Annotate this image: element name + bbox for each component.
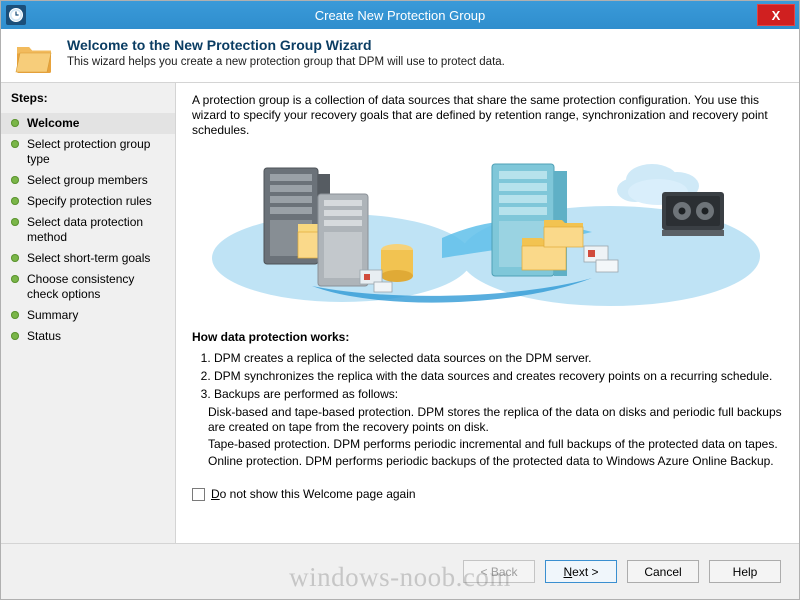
sidebar-item-select-short-term-goals[interactable]: Select short-term goals bbox=[1, 248, 175, 269]
sidebar-item-select-data-protection-method[interactable]: Select data protection method bbox=[1, 212, 175, 248]
steps-sidebar: Steps: Welcome Select protection group t… bbox=[1, 83, 176, 543]
step-bullet-icon bbox=[11, 311, 19, 319]
do-not-show-welcome-row[interactable]: Do not show this Welcome page again bbox=[192, 487, 783, 501]
do-not-show-welcome-checkbox[interactable] bbox=[192, 487, 205, 501]
wizard-footer: < Back Next > Cancel Help bbox=[1, 543, 799, 599]
step-bullet-icon bbox=[11, 197, 19, 205]
how-it-works-title: How data protection works: bbox=[192, 330, 350, 344]
folder-icon bbox=[15, 41, 53, 75]
sidebar-item-label: Summary bbox=[27, 308, 79, 322]
sidebar-item-label: Select group members bbox=[27, 173, 148, 187]
next-button[interactable]: Next > bbox=[545, 560, 617, 583]
sidebar-item-label: Select protection group type bbox=[27, 137, 151, 166]
sidebar-item-label: Select data protection method bbox=[27, 215, 144, 244]
sidebar-item-choose-consistency-check-options[interactable]: Choose consistency check options bbox=[1, 269, 175, 305]
wizard-window: Create New Protection Group X Welcome to… bbox=[0, 0, 800, 600]
close-button[interactable]: X bbox=[757, 4, 795, 26]
help-button[interactable]: Help bbox=[709, 560, 781, 583]
title-bar: Create New Protection Group X bbox=[1, 1, 799, 29]
how-it-works-list: DPM creates a replica of the selected da… bbox=[196, 350, 783, 403]
sidebar-item-label: Welcome bbox=[27, 116, 80, 130]
intro-paragraph: A protection group is a collection of da… bbox=[192, 93, 768, 137]
sidebar-item-label: Status bbox=[27, 329, 62, 343]
sub-paragraph-tape: Tape-based protection. DPM performs peri… bbox=[208, 437, 778, 451]
banner-title: Welcome to the New Protection Group Wiza… bbox=[67, 37, 372, 53]
back-button[interactable]: < Back bbox=[463, 560, 535, 583]
list-item: Backups are performed as follows: bbox=[214, 386, 783, 403]
sidebar-item-specify-protection-rules[interactable]: Specify protection rules bbox=[1, 191, 175, 212]
wizard-content: A protection group is a collection of da… bbox=[176, 83, 799, 543]
banner-subtitle: This wizard helps you create a new prote… bbox=[67, 56, 505, 68]
sub-paragraph-disk-tape: Disk-based and tape-based protection. DP… bbox=[208, 405, 782, 434]
list-item: DPM creates a replica of the selected da… bbox=[214, 350, 783, 367]
sidebar-item-summary[interactable]: Summary bbox=[1, 305, 175, 326]
step-bullet-icon bbox=[11, 218, 19, 226]
sidebar-item-welcome[interactable]: Welcome bbox=[1, 113, 175, 134]
wizard-banner: Welcome to the New Protection Group Wiza… bbox=[1, 29, 799, 83]
step-bullet-icon bbox=[11, 176, 19, 184]
step-bullet-icon bbox=[11, 275, 19, 283]
sidebar-item-select-protection-group-type[interactable]: Select protection group type bbox=[1, 134, 175, 170]
step-bullet-icon bbox=[11, 140, 19, 148]
step-bullet-icon bbox=[11, 119, 19, 127]
window-title: Create New Protection Group bbox=[314, 7, 486, 23]
sidebar-item-select-group-members[interactable]: Select group members bbox=[1, 170, 175, 191]
do-not-show-welcome-label: Do not show this Welcome page again bbox=[211, 487, 416, 501]
data-protection-illustration bbox=[192, 146, 783, 322]
dpm-clock-icon bbox=[6, 5, 26, 25]
wizard-body: Steps: Welcome Select protection group t… bbox=[1, 83, 799, 543]
sidebar-item-label: Select short-term goals bbox=[27, 251, 151, 265]
step-bullet-icon bbox=[11, 332, 19, 340]
step-bullet-icon bbox=[11, 254, 19, 262]
cancel-button[interactable]: Cancel bbox=[627, 560, 699, 583]
sub-paragraph-online: Online protection. DPM performs periodic… bbox=[208, 454, 774, 468]
list-item: DPM synchronizes the replica with the da… bbox=[214, 368, 783, 385]
steps-heading: Steps: bbox=[11, 91, 48, 105]
sidebar-item-label: Specify protection rules bbox=[27, 194, 152, 208]
sidebar-item-label: Choose consistency check options bbox=[27, 272, 135, 301]
sidebar-item-status[interactable]: Status bbox=[1, 326, 175, 347]
